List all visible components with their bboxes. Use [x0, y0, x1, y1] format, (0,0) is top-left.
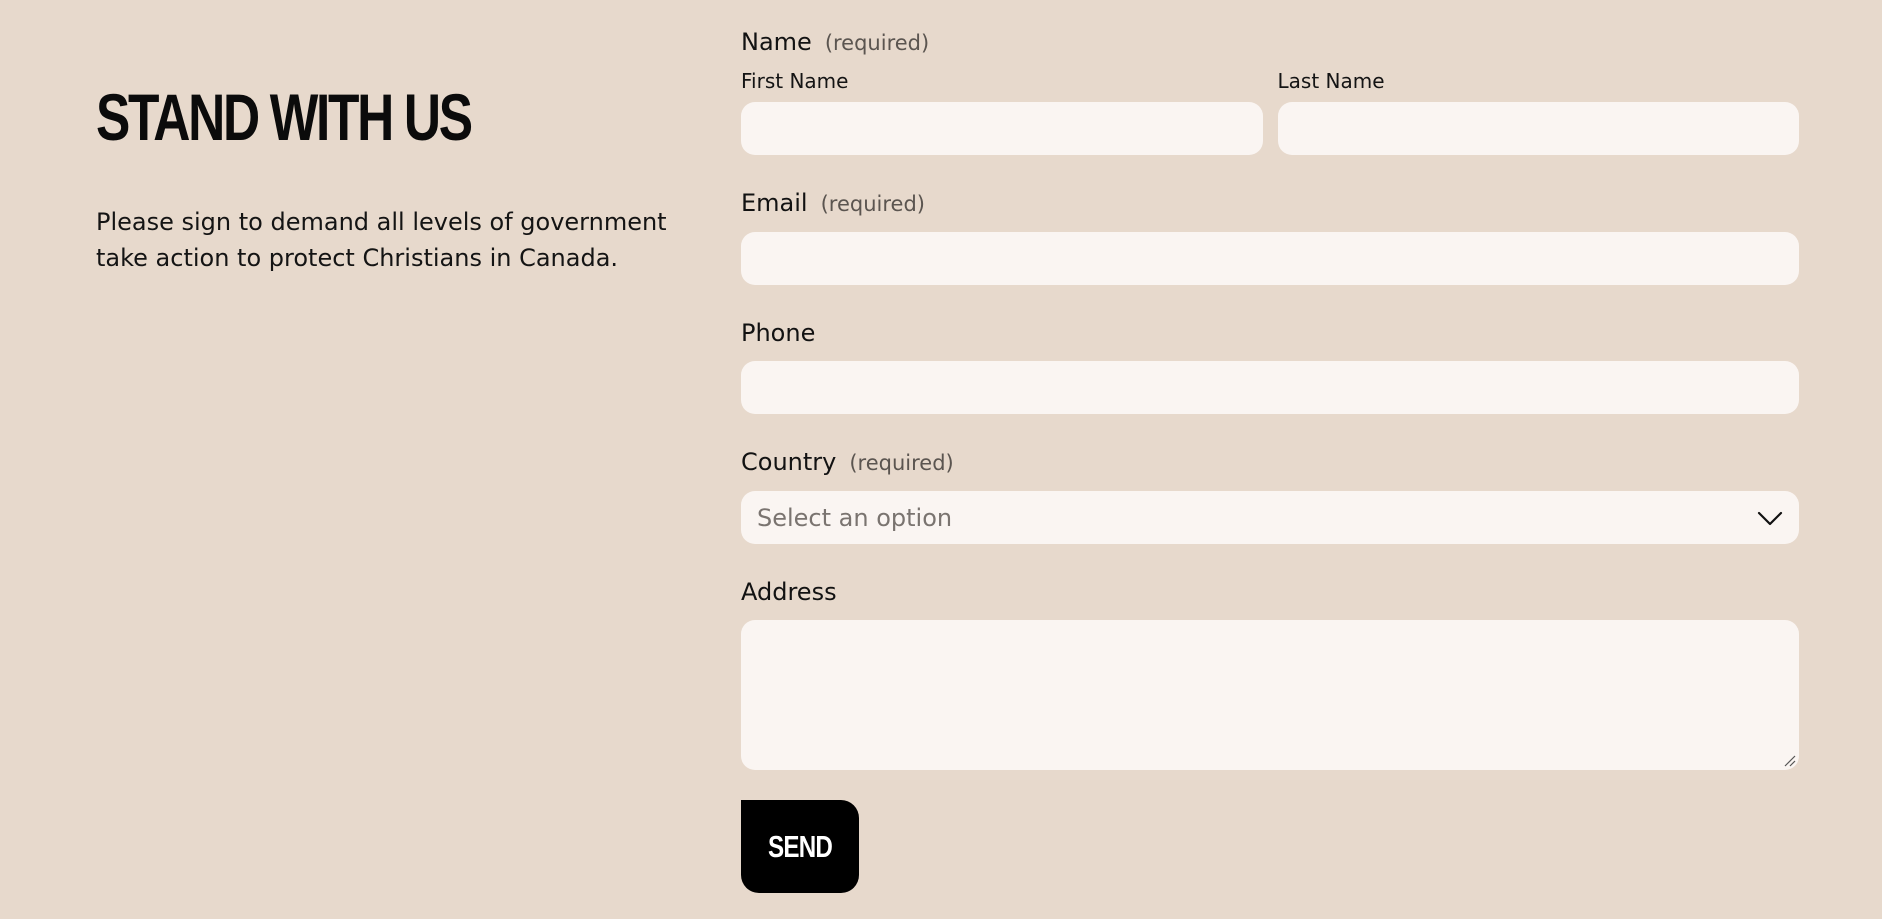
- address-textarea[interactable]: [741, 620, 1799, 770]
- last-name-label: Last Name: [1277, 69, 1385, 93]
- chevron-down-icon[interactable]: [1756, 504, 1784, 532]
- address-label: Address: [741, 576, 1799, 608]
- email-label-text: Email: [741, 189, 808, 217]
- address-group: Address: [741, 576, 1799, 770]
- phone-input[interactable]: [741, 361, 1799, 414]
- send-button[interactable]: SEND: [741, 800, 859, 893]
- country-group: Country (required) Select an option: [741, 446, 1799, 544]
- petition-form: Name (required) First Name Last Name Ema…: [741, 26, 1799, 893]
- email-input[interactable]: [741, 232, 1799, 285]
- email-label: Email (required): [741, 187, 1799, 220]
- name-label-text: Name: [741, 28, 812, 56]
- address-label-text: Address: [741, 578, 837, 606]
- name-required-text: (required): [824, 31, 930, 55]
- country-required-text: (required): [849, 451, 954, 475]
- resize-handle-icon[interactable]: [1782, 753, 1796, 767]
- last-name-col: Last Name: [1277, 69, 1799, 155]
- page-title: STAND WITH US: [96, 80, 473, 154]
- name-label: Name (required): [741, 26, 1799, 59]
- country-select-value[interactable]: Select an option: [741, 491, 1799, 544]
- name-row: First Name Last Name: [741, 69, 1799, 155]
- first-name-col: First Name: [741, 69, 1263, 155]
- country-select[interactable]: Select an option: [741, 491, 1799, 544]
- country-label: Country (required): [741, 446, 1799, 479]
- email-required-text: (required): [820, 192, 925, 216]
- phone-group: Phone: [741, 317, 1799, 414]
- first-name-label: First Name: [741, 69, 849, 93]
- page: STAND WITH US Please sign to demand all …: [0, 0, 1882, 919]
- phone-label-text: Phone: [741, 319, 816, 347]
- name-group: Name (required) First Name Last Name: [741, 26, 1799, 155]
- country-label-text: Country: [741, 448, 837, 476]
- email-group: Email (required): [741, 187, 1799, 285]
- intro-text: Please sign to demand all levels of gove…: [96, 208, 667, 272]
- last-name-input[interactable]: [1277, 102, 1799, 155]
- address-field-wrap: [741, 620, 1799, 770]
- send-button-label: SEND: [767, 828, 833, 864]
- phone-label: Phone: [741, 317, 1799, 349]
- intro-section: STAND WITH US Please sign to demand all …: [96, 84, 676, 276]
- first-name-input[interactable]: [741, 102, 1263, 155]
